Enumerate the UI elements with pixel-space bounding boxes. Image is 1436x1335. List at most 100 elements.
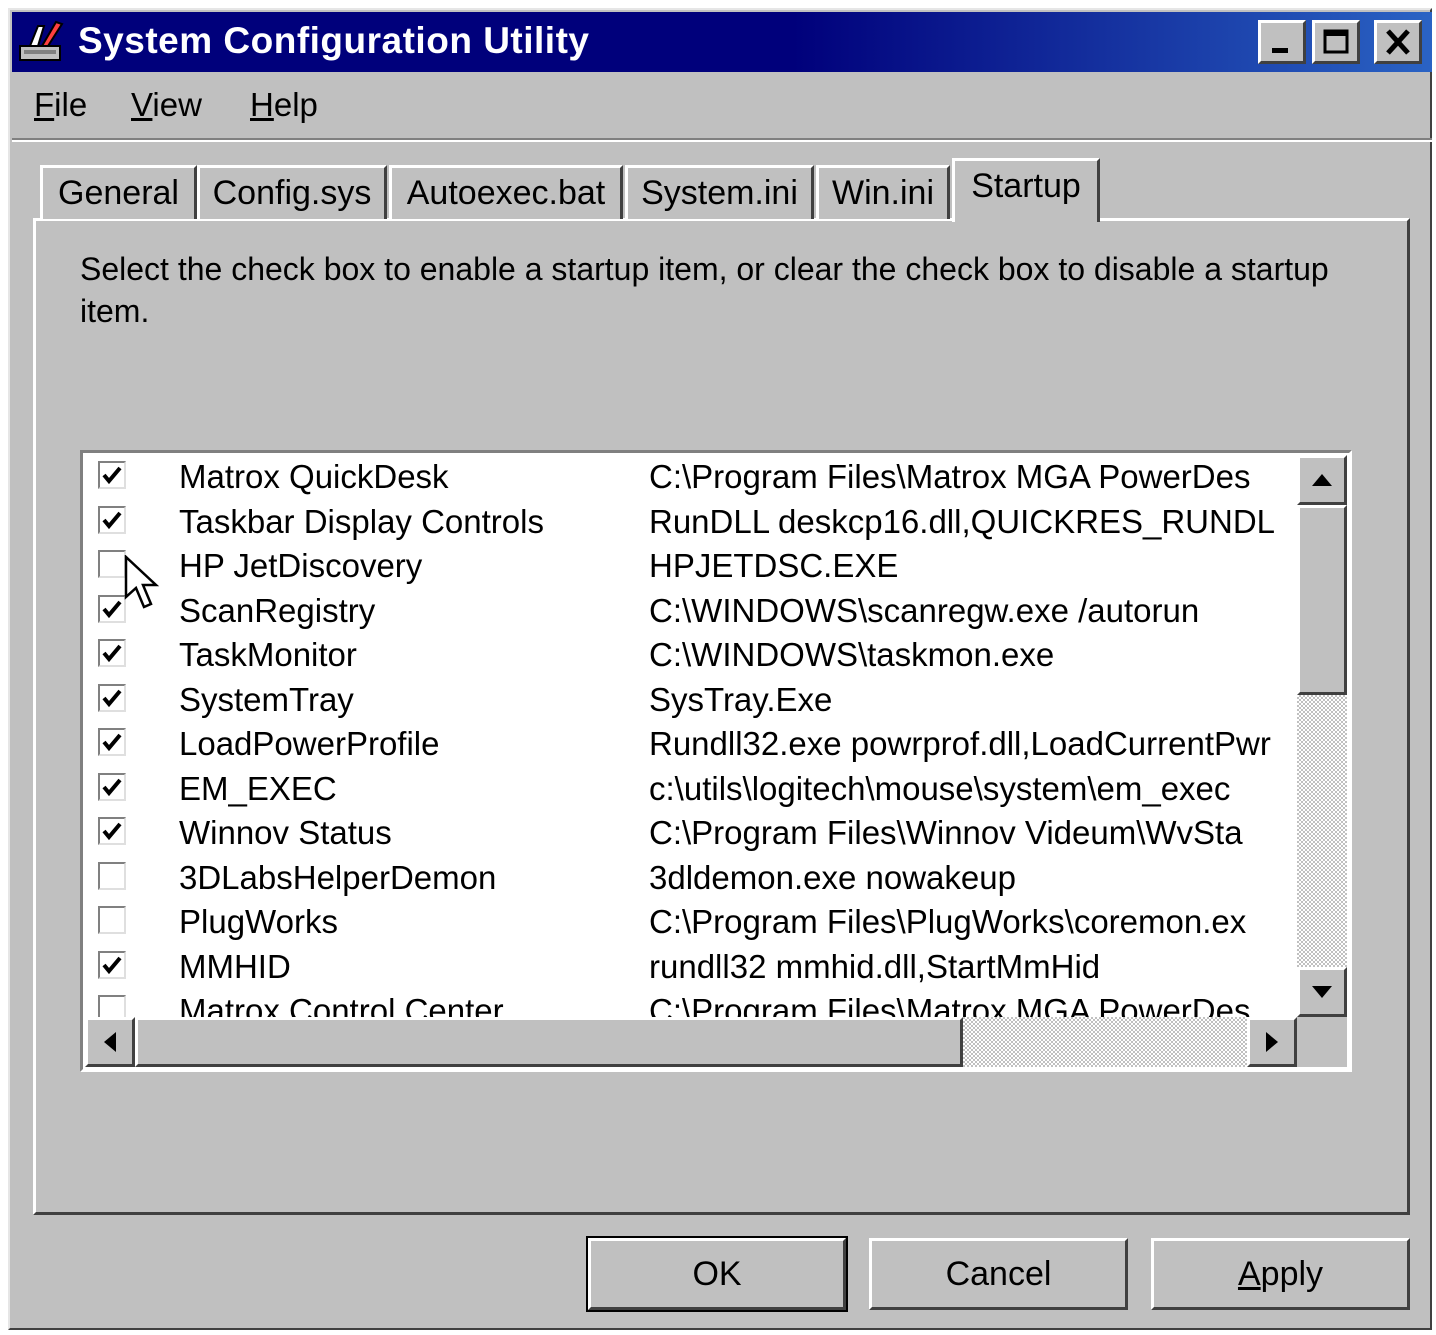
menu-view[interactable]: View [131, 86, 202, 124]
minimize-button[interactable] [1258, 20, 1306, 64]
maximize-icon [1323, 29, 1349, 54]
checkmark-icon [102, 644, 122, 663]
startup-item-command: Rundll32.exe powrprof.dll,LoadCurrentPwr [649, 725, 1271, 762]
menu-file-hotkey: F [34, 86, 55, 123]
horizontal-scroll-thumb[interactable] [135, 1017, 963, 1067]
startup-item-row[interactable]: LoadPowerProfile Rundll32.exe powrprof.dl… [85, 722, 1295, 766]
startup-item-checkbox[interactable] [98, 817, 126, 845]
ok-button[interactable]: OK [586, 1236, 848, 1312]
startup-item-row[interactable]: MMHID rundll32 mmhid.dll,StartMmHid [85, 945, 1295, 989]
startup-item-row[interactable]: Winnov Status C:\Program Files\Winnov Vid… [85, 811, 1295, 855]
startup-list-items: Matrox QuickDesk C:\Program Files\Matrox … [85, 455, 1295, 1017]
startup-item-name: MMHID [179, 948, 291, 985]
startup-item-name: Winnov Status [179, 814, 392, 851]
scroll-down-button[interactable] [1297, 967, 1347, 1017]
tab-startup[interactable]: Startup [952, 158, 1100, 222]
apply-label: pply [1260, 1254, 1324, 1293]
startup-item-checkbox[interactable] [98, 728, 126, 756]
startup-item-row[interactable]: Taskbar Display Controls RunDLL deskcp16.… [85, 500, 1295, 544]
startup-item-row[interactable]: TaskMonitor C:\WINDOWS\taskmon.exe [85, 633, 1295, 677]
menu-file-label: ile [54, 86, 88, 123]
startup-item-name: Matrox QuickDesk [179, 458, 449, 495]
apply-button[interactable]: Apply [1151, 1238, 1410, 1310]
tab-autoexec-bat[interactable]: Autoexec.bat [389, 165, 623, 219]
msconfig-app-icon [16, 18, 68, 66]
apply-hotkey: A [1237, 1254, 1261, 1293]
checkmark-icon [102, 689, 122, 708]
menu-help[interactable]: Help [250, 86, 318, 124]
maximize-button[interactable] [1312, 20, 1360, 64]
startup-item-name: TaskMonitor [179, 636, 357, 673]
checkmark-icon [102, 600, 122, 619]
startup-item-name: Matrox Control Center [179, 992, 504, 1017]
startup-item-checkbox[interactable] [98, 862, 126, 890]
startup-item-row[interactable]: 3DLabsHelperDemon 3dldemon.exe nowakeup [85, 856, 1295, 900]
startup-item-row[interactable]: EM_EXEC c:\utils\logitech\mouse\system\em… [85, 767, 1295, 811]
tab-config-sys[interactable]: Config.sys [197, 165, 387, 219]
startup-item-row[interactable]: Matrox QuickDesk C:\Program Files\Matrox … [85, 455, 1295, 499]
startup-item-name: ScanRegistry [179, 592, 376, 629]
startup-item-row[interactable]: PlugWorks C:\Program Files\PlugWorks\core… [85, 900, 1295, 944]
scroll-right-button[interactable] [1247, 1017, 1297, 1067]
startup-item-command: 3dldemon.exe nowakeup [649, 859, 1016, 896]
startup-item-checkbox[interactable] [98, 995, 126, 1017]
vertical-scrollbar[interactable] [1297, 455, 1347, 1017]
startup-item-command: RunDLL deskcp16.dll,QUICKRES_RUNDL [649, 503, 1276, 540]
minimize-icon [1272, 48, 1288, 53]
checkmark-icon [102, 778, 122, 797]
tab-system-ini[interactable]: System.ini [625, 165, 814, 219]
startup-item-command: C:\WINDOWS\taskmon.exe [649, 636, 1055, 673]
startup-item-checkbox[interactable] [98, 951, 126, 979]
startup-item-checkbox[interactable] [98, 595, 126, 623]
startup-item-checkbox[interactable] [98, 506, 126, 534]
checkmark-icon [102, 956, 122, 975]
startup-item-checkbox[interactable] [98, 906, 126, 934]
startup-item-command: HPJETDSC.EXE [649, 547, 899, 584]
startup-item-command: rundll32 mmhid.dll,StartMmHid [649, 948, 1101, 985]
startup-item-command: C:\Program Files\Winnov Videum\WvSta [649, 814, 1243, 851]
scroll-left-button[interactable] [85, 1017, 135, 1067]
startup-item-row[interactable]: Matrox Control Center C:\Program Files\Ma… [85, 989, 1295, 1017]
checkmark-icon [102, 822, 122, 841]
cancel-button[interactable]: Cancel [869, 1238, 1128, 1310]
arrow-left-icon [104, 1032, 116, 1052]
vertical-scroll-thumb[interactable] [1297, 505, 1347, 695]
startup-item-checkbox[interactable] [98, 773, 126, 801]
startup-item-command: C:\WINDOWS\scanregw.exe /autorun [649, 592, 1200, 629]
arrow-up-icon [1312, 474, 1332, 486]
startup-item-row[interactable]: SystemTray SysTray.Exe [85, 678, 1295, 722]
checkmark-icon [102, 466, 122, 485]
startup-item-name: EM_EXEC [179, 770, 337, 807]
checkmark-icon [102, 733, 122, 752]
startup-item-checkbox[interactable] [98, 550, 126, 578]
startup-item-command: C:\Program Files\PlugWorks\coremon.ex [649, 903, 1247, 940]
startup-item-checkbox[interactable] [98, 639, 126, 667]
menu-separator [12, 138, 1432, 142]
menu-file[interactable]: File [34, 86, 87, 124]
startup-item-checkbox[interactable] [98, 684, 126, 712]
arrow-right-icon [1266, 1032, 1278, 1052]
checkmark-icon [102, 511, 122, 530]
close-button[interactable] [1374, 20, 1422, 64]
scroll-up-button[interactable] [1297, 455, 1347, 505]
tab-general[interactable]: General [40, 165, 197, 219]
scrollbar-corner [1297, 1017, 1347, 1067]
startup-item-row[interactable]: ScanRegistry C:\WINDOWS\scanregw.exe /aut… [85, 589, 1295, 633]
startup-item-name: LoadPowerProfile [179, 725, 440, 762]
startup-item-row[interactable]: HP JetDiscovery HPJETDSC.EXE [85, 544, 1295, 588]
startup-item-name: 3DLabsHelperDemon [179, 859, 497, 896]
mouse-cursor-icon [124, 554, 160, 616]
menu-help-label: elp [273, 86, 318, 123]
startup-item-name: Taskbar Display Controls [179, 503, 544, 540]
startup-item-name: HP JetDiscovery [179, 547, 423, 584]
startup-item-name: PlugWorks [179, 903, 338, 940]
menu-help-hotkey: H [250, 86, 274, 123]
close-icon [1386, 29, 1410, 55]
startup-item-name: SystemTray [179, 681, 354, 718]
arrow-down-icon [1312, 986, 1332, 998]
startup-item-command: C:\Program Files\Matrox MGA PowerDes [649, 992, 1251, 1017]
startup-item-command: SysTray.Exe [649, 681, 833, 718]
tab-win-ini[interactable]: Win.ini [816, 165, 950, 219]
startup-item-checkbox[interactable] [98, 461, 126, 489]
horizontal-scrollbar[interactable] [85, 1017, 1297, 1067]
